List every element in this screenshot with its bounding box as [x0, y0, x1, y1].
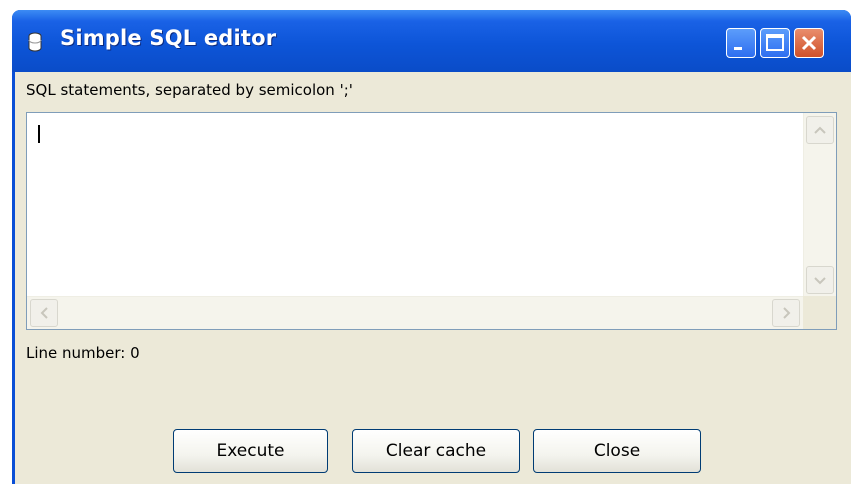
scroll-left-arrow-icon [40, 307, 48, 319]
window-client-area: SQL statements, separated by semicolon '… [15, 72, 851, 484]
clear-cache-button[interactable]: Clear cache [352, 429, 520, 473]
scroll-down-arrow-icon [814, 277, 826, 285]
window-title: Simple SQL editor [60, 26, 277, 50]
sql-textarea[interactable] [26, 112, 837, 330]
scroll-up-button[interactable] [806, 116, 834, 144]
minimize-icon [734, 47, 742, 50]
horizontal-scrollbar[interactable] [27, 296, 803, 329]
sql-editor-window: Simple SQL editor SQL statements, separa… [12, 10, 851, 484]
close-icon [801, 35, 817, 51]
sql-statements-label: SQL statements, separated by semicolon '… [26, 81, 353, 99]
close-window-button[interactable] [794, 28, 824, 58]
database-icon [28, 32, 42, 52]
title-bar[interactable]: Simple SQL editor [12, 10, 851, 72]
scroll-right-button[interactable] [772, 299, 800, 327]
text-caret [38, 125, 40, 143]
scroll-down-button[interactable] [806, 266, 834, 294]
minimize-button[interactable] [726, 28, 756, 58]
close-button[interactable]: Close [533, 429, 701, 473]
scroll-left-button[interactable] [30, 299, 58, 327]
maximize-icon [766, 34, 784, 51]
scrollbar-corner [803, 296, 836, 329]
vertical-scrollbar[interactable] [803, 113, 836, 297]
maximize-button[interactable] [760, 28, 790, 58]
scroll-right-arrow-icon [783, 307, 791, 319]
line-number-status: Line number: 0 [26, 344, 140, 362]
scroll-up-arrow-icon [814, 126, 826, 134]
execute-button[interactable]: Execute [173, 429, 328, 473]
